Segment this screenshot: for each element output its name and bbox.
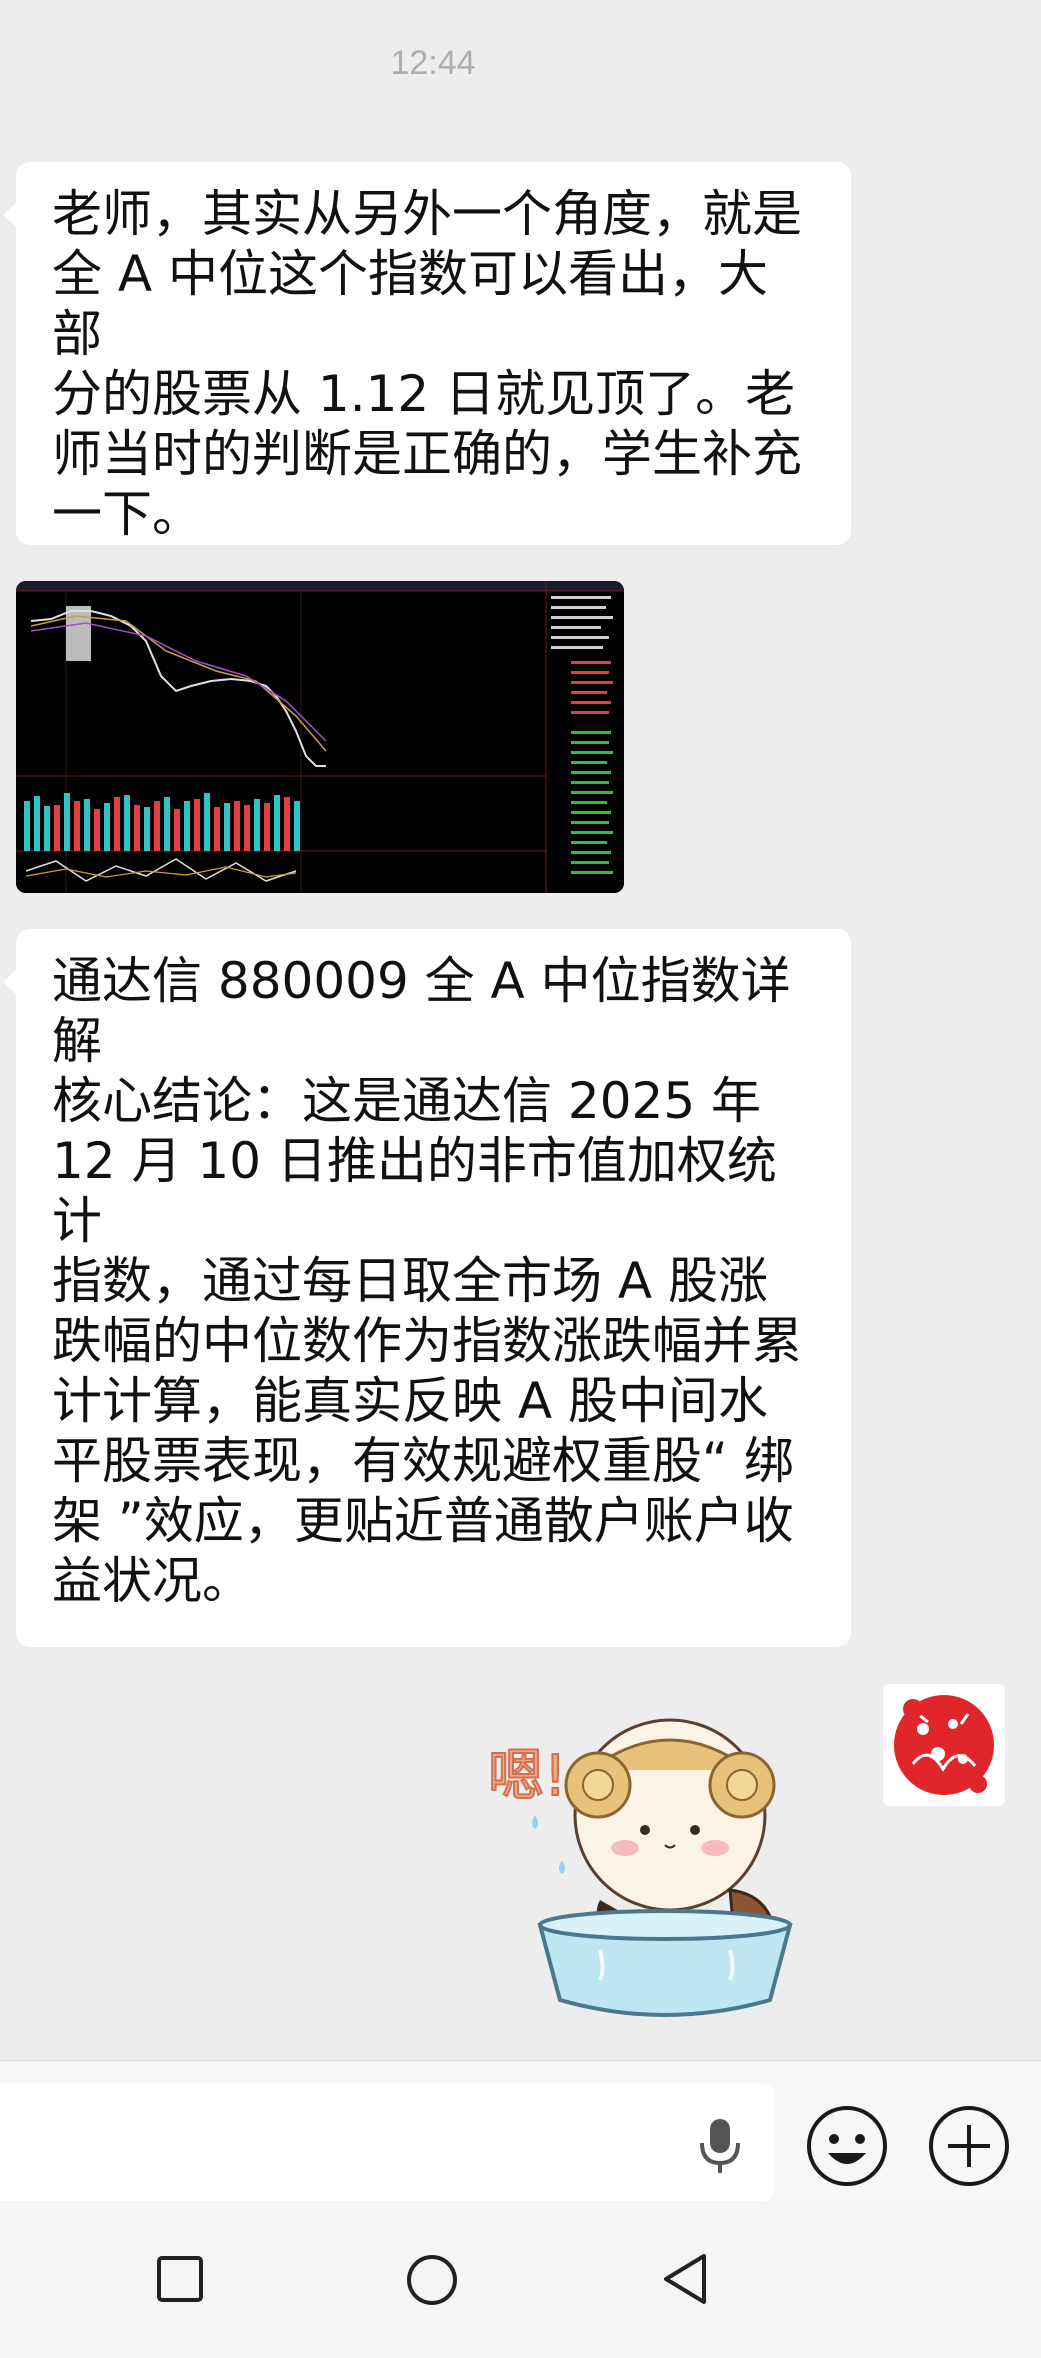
message-input[interactable] (0, 2083, 774, 2201)
triangle-back-icon[interactable] (660, 2251, 710, 2307)
plus-icon[interactable] (926, 2103, 1012, 2189)
stock-chart-thumbnail (16, 581, 624, 893)
chat-screen: 12:44 老师，其实从另外一个角度，就是 全 A 中位这个指数可以看出，大部 … (0, 0, 1041, 2358)
sticker-text: 嗯! (488, 1744, 566, 1809)
sticker-message[interactable]: 嗯! (480, 1700, 850, 2040)
self-avatar[interactable] (883, 1684, 1005, 1806)
circle-icon[interactable] (406, 2254, 458, 2306)
message-image-stock-chart[interactable] (16, 581, 624, 893)
microphone-icon[interactable] (690, 2113, 750, 2177)
message-bubble-text-1[interactable]: 老师，其实从另外一个角度，就是 全 A 中位这个指数可以看出，大部 分的股票从 … (3, 162, 851, 545)
chat-input-bar (0, 2060, 1041, 2201)
message-bubble-text-2[interactable]: 通达信 880009 全 A 中位指数详 解 核心结论：这是通达信 2025 年… (3, 929, 851, 1647)
message-timestamp: 12:44 (390, 44, 476, 82)
paper-cut-horse-icon (883, 1684, 1005, 1806)
sheep-in-tub-sticker-icon: 嗯! (487, 1718, 793, 2017)
system-navigation-bar (0, 2201, 1041, 2358)
square-icon[interactable] (155, 2254, 205, 2304)
emoji-icon[interactable] (804, 2103, 890, 2189)
